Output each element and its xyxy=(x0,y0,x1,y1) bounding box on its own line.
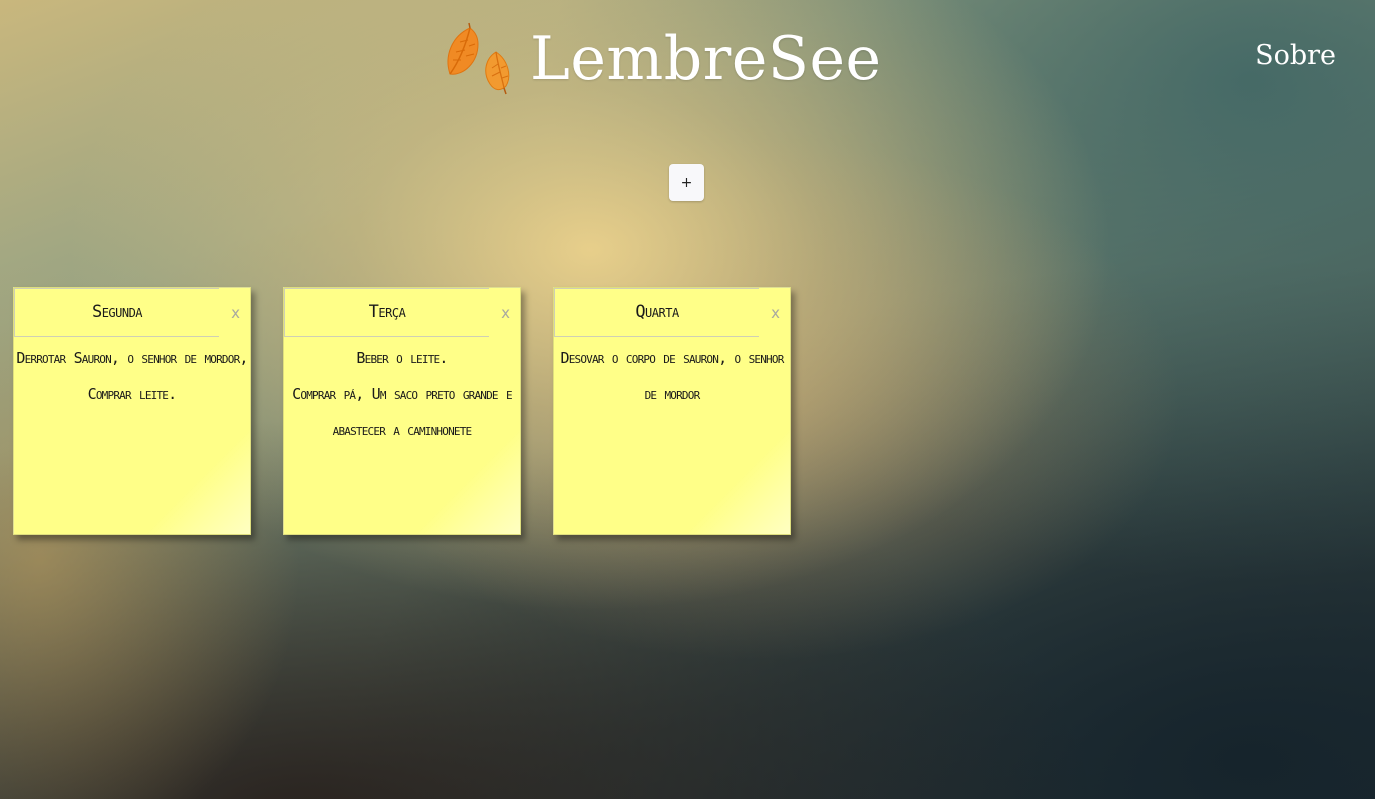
note-close-button[interactable]: x xyxy=(501,304,510,322)
note-close-button[interactable]: x xyxy=(231,304,240,322)
note-body-text[interactable]: Derrotar Sauron, o senhor de mordor, Com… xyxy=(14,340,250,412)
sticky-note[interactable]: Segunda x Derrotar Sauron, o senhor de m… xyxy=(13,287,251,535)
sticky-note[interactable]: Terça x Beber o leite. Comprar pá, Um sa… xyxy=(283,287,521,535)
note-title-input[interactable]: Segunda xyxy=(14,288,219,337)
note-title-input[interactable]: Terça xyxy=(284,288,489,337)
app-header: LembreSee Sobre xyxy=(0,0,1375,120)
note-body-text[interactable]: Desovar o corpo de sauron, o senhor de m… xyxy=(554,340,790,412)
about-link[interactable]: Sobre xyxy=(1255,40,1336,71)
sticky-note[interactable]: Quarta x Desovar o corpo de sauron, o se… xyxy=(553,287,791,535)
note-title-input[interactable]: Quarta xyxy=(554,288,759,337)
add-note-button[interactable]: + xyxy=(669,164,704,201)
brand: LembreSee xyxy=(442,22,881,96)
note-body-text[interactable]: Beber o leite. Comprar pá, Um saco preto… xyxy=(284,340,520,448)
app-title: LembreSee xyxy=(530,24,882,94)
autumn-leaves-icon xyxy=(447,22,510,95)
note-close-button[interactable]: x xyxy=(771,304,780,322)
